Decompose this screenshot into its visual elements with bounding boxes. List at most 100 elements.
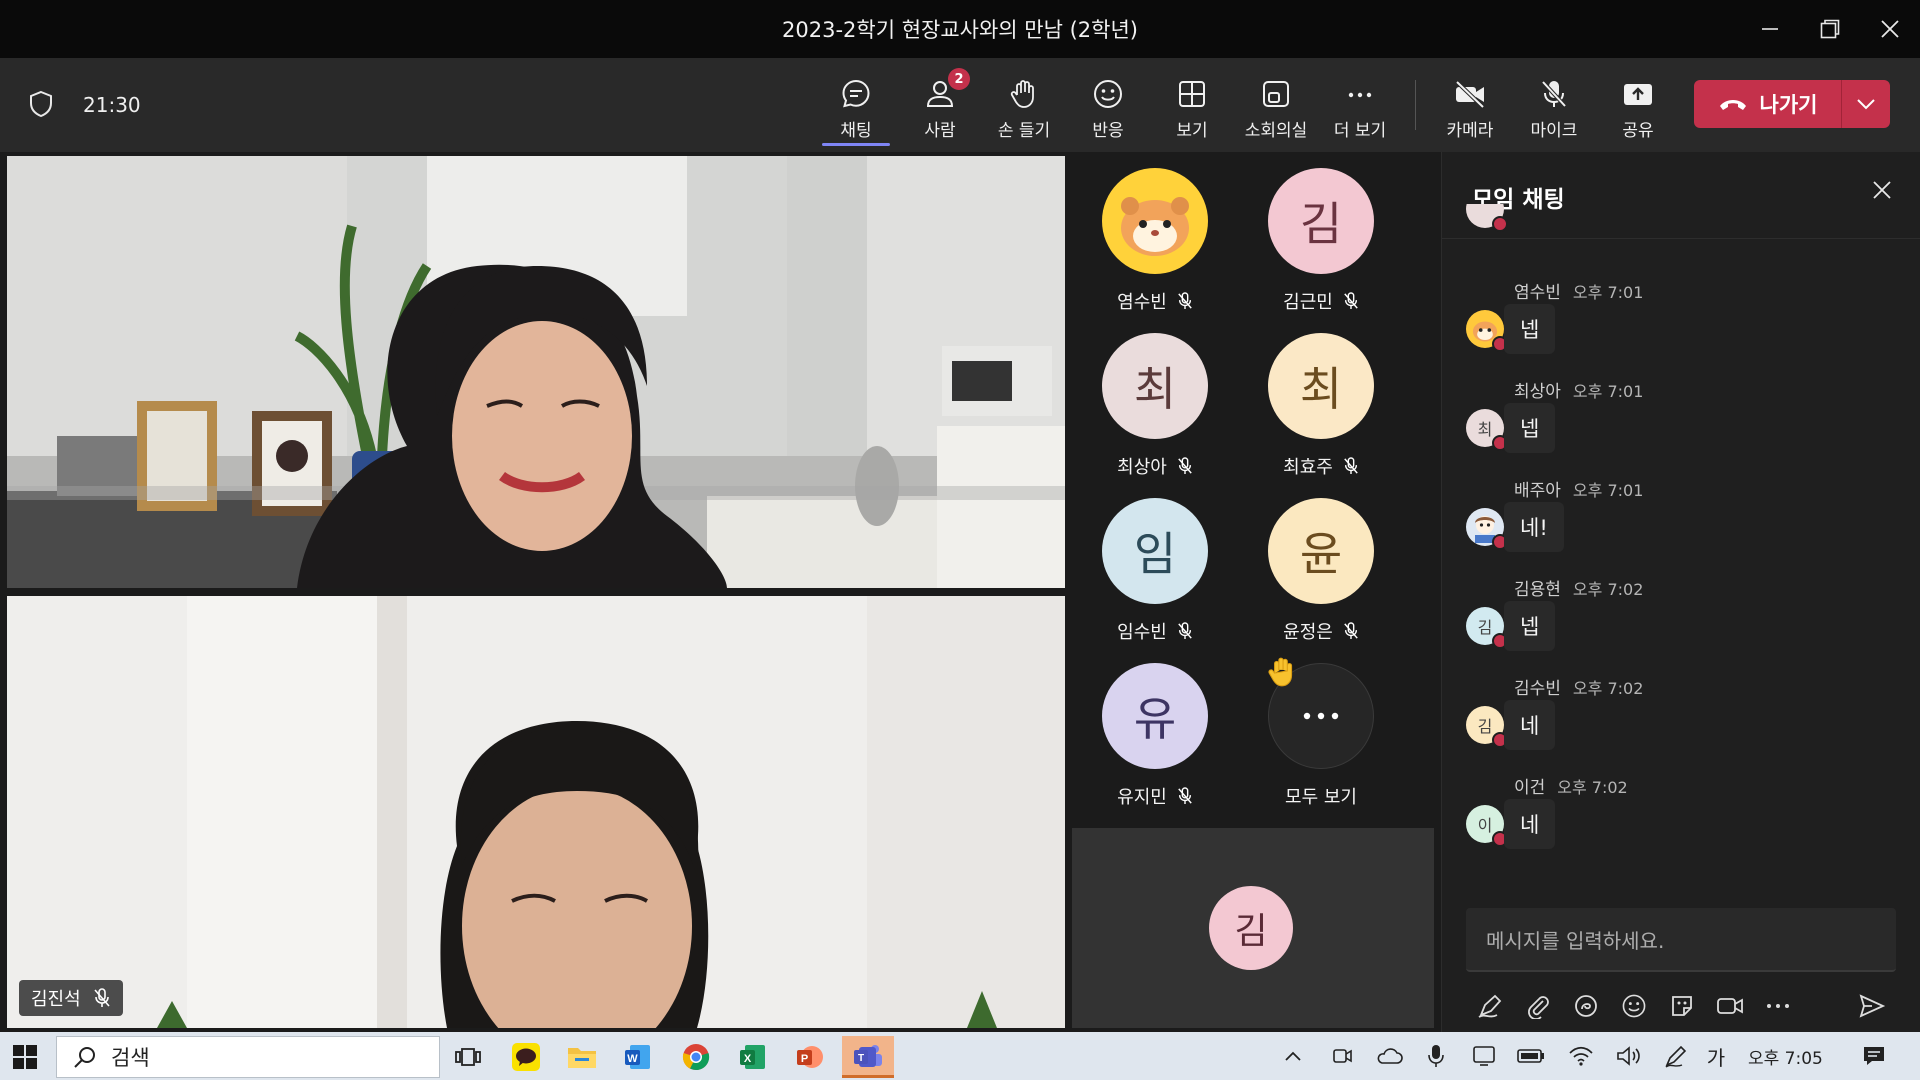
- people-button[interactable]: 2 사람: [898, 68, 982, 142]
- more-options-button[interactable]: [1754, 1002, 1802, 1010]
- svg-text:X: X: [744, 1053, 752, 1065]
- reactions-button[interactable]: 반응: [1066, 72, 1150, 142]
- close-chat-button[interactable]: [1872, 180, 1892, 204]
- message-input[interactable]: 메시지를 입력하세요.: [1466, 908, 1896, 972]
- task-view-button[interactable]: [442, 1036, 494, 1078]
- more-button[interactable]: 더 보기: [1318, 72, 1402, 142]
- participant-tile[interactable]: 유 유지민: [1072, 651, 1238, 811]
- svg-text:W: W: [627, 1053, 638, 1065]
- show-hidden-icons-button[interactable]: [1278, 1040, 1308, 1072]
- minimize-button[interactable]: [1740, 0, 1800, 58]
- more-icon: [1303, 712, 1339, 720]
- raise-hand-button[interactable]: 손 들기: [982, 72, 1066, 142]
- view-button[interactable]: 보기: [1150, 72, 1234, 142]
- avatar: [1466, 310, 1508, 352]
- participant-name: 김근민: [1283, 292, 1333, 313]
- breakout-icon: [1263, 81, 1289, 107]
- tray-meet-now[interactable]: [1326, 1040, 1358, 1072]
- message-bubble[interactable]: 네: [1504, 799, 1556, 849]
- view-all-participants-button[interactable]: 모두 보기: [1238, 651, 1404, 811]
- tray-pen[interactable]: [1660, 1040, 1692, 1072]
- avatar: 유: [1102, 663, 1208, 769]
- leave-options-button[interactable]: [1842, 98, 1890, 110]
- windows-start-icon[interactable]: [12, 1044, 38, 1070]
- word-icon: W: [625, 1045, 650, 1069]
- spotlight-tile[interactable]: 김: [1072, 828, 1434, 1028]
- share-button[interactable]: 공유: [1596, 72, 1680, 142]
- mic-off-icon: [1344, 292, 1358, 309]
- taskbar-search-box[interactable]: 검색: [56, 1036, 440, 1078]
- message-bubble[interactable]: 네!: [1504, 502, 1564, 552]
- notification-center-button[interactable]: [1856, 1040, 1892, 1072]
- leave-button[interactable]: 나가기: [1694, 89, 1841, 119]
- loop-button[interactable]: [1562, 993, 1610, 1019]
- toolbar-divider: [1415, 80, 1416, 130]
- participant-tile[interactable]: 최 최효주: [1238, 321, 1404, 481]
- emoji-button[interactable]: [1610, 993, 1658, 1019]
- tray-ime-indicator[interactable]: 가: [1702, 1040, 1730, 1072]
- close-window-button[interactable]: [1860, 0, 1920, 58]
- taskbar-app-excel[interactable]: X: [727, 1036, 779, 1078]
- chat-button[interactable]: 채팅: [814, 72, 898, 146]
- microphone-button[interactable]: 마이크: [1512, 72, 1596, 142]
- meeting-toolbar: 21:30 채팅 2 사람 손 들기 반응 보기 소회의실 더 보기 카메라 마…: [0, 58, 1920, 152]
- attach-button[interactable]: [1514, 993, 1562, 1019]
- mic-off-icon: [1178, 622, 1192, 639]
- message-sender: 이건: [1514, 778, 1546, 798]
- more-icon: [1767, 1004, 1789, 1008]
- sticker-icon: [1672, 996, 1692, 1016]
- tray-microphone[interactable]: [1420, 1040, 1452, 1072]
- participant-tile[interactable]: 최 최상아: [1072, 321, 1238, 481]
- sticker-button[interactable]: [1658, 993, 1706, 1019]
- smile-icon: [1094, 80, 1122, 108]
- participant-tile[interactable]: 염수빈: [1072, 156, 1238, 316]
- paperclip-icon: [1528, 996, 1549, 1019]
- wifi-icon: [1569, 1046, 1593, 1066]
- avatar: 김: [1466, 706, 1508, 748]
- taskbar-app-teams[interactable]: T: [842, 1036, 894, 1078]
- leave-label: 나가기: [1759, 93, 1818, 117]
- camera-off-icon: [1455, 80, 1485, 109]
- participant-tile[interactable]: 김 김근민: [1238, 156, 1404, 316]
- taskbar-app-chrome[interactable]: [670, 1036, 722, 1078]
- chat-icon: [842, 79, 870, 108]
- tray-screen-capture[interactable]: [1468, 1040, 1500, 1072]
- tray-battery[interactable]: [1514, 1040, 1548, 1072]
- message-sender: 김수빈: [1514, 679, 1561, 699]
- video-clip-button[interactable]: [1706, 993, 1754, 1019]
- tray-wifi[interactable]: [1564, 1040, 1598, 1072]
- minimize-icon: [1762, 28, 1778, 30]
- message-time: 오후 7:01: [1572, 283, 1644, 302]
- video-tile-2[interactable]: 김진석: [7, 596, 1065, 1028]
- breakout-rooms-button[interactable]: 소회의실: [1234, 72, 1318, 142]
- message-bubble[interactable]: 넵: [1504, 403, 1556, 453]
- send-button[interactable]: [1848, 993, 1896, 1019]
- message-bubble[interactable]: 넵: [1504, 304, 1556, 354]
- format-button[interactable]: [1466, 993, 1514, 1019]
- taskbar-app-file-explorer[interactable]: [556, 1036, 608, 1078]
- participant-tile[interactable]: 임 임수빈: [1072, 486, 1238, 646]
- message-time: 오후 7:02: [1572, 580, 1644, 599]
- avatar: [1102, 168, 1208, 274]
- search-icon: [74, 1047, 95, 1068]
- camera-button[interactable]: 카메라: [1428, 72, 1512, 142]
- video-tile-1[interactable]: [7, 156, 1065, 588]
- message-sender: 배주아: [1514, 481, 1561, 501]
- avatar: 윤: [1268, 498, 1374, 604]
- avatar: [1466, 508, 1508, 550]
- phone-hangup-icon: [1719, 100, 1746, 110]
- message-bubble[interactable]: 넵: [1504, 601, 1556, 651]
- windows-taskbar: 검색 W X P T 가 오후 7:05: [0, 1032, 1920, 1080]
- participant-tile[interactable]: 윤 윤정은: [1238, 486, 1404, 646]
- leave-button-group: 나가기: [1694, 80, 1890, 128]
- message-bubble[interactable]: 네: [1504, 700, 1556, 750]
- message-sender: 염수빈: [1514, 283, 1561, 303]
- taskbar-app-kakaotalk[interactable]: [500, 1036, 552, 1078]
- restore-button[interactable]: [1800, 0, 1860, 58]
- svg-text:T: T: [858, 1053, 864, 1064]
- tray-onedrive[interactable]: [1372, 1040, 1406, 1072]
- taskbar-app-powerpoint[interactable]: P: [784, 1036, 836, 1078]
- taskbar-clock[interactable]: 오후 7:05: [1748, 1044, 1823, 1069]
- taskbar-app-word[interactable]: W: [612, 1036, 664, 1078]
- tray-volume[interactable]: [1612, 1040, 1646, 1072]
